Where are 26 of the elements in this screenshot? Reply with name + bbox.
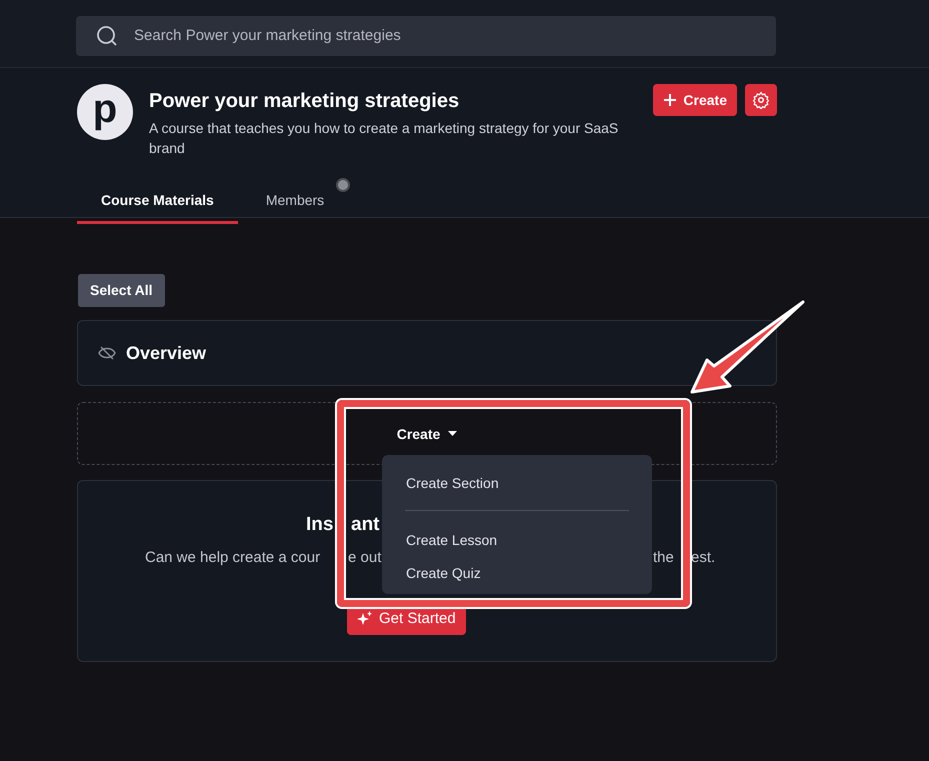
hidden-eye-icon[interactable] (98, 346, 116, 360)
search-icon (96, 25, 118, 47)
tab[interactable]: Course Materials (77, 182, 238, 224)
select-all-button[interactable]: Select All (78, 274, 165, 307)
settings-icon (752, 91, 770, 109)
section-title: Overview (126, 342, 206, 364)
course-description: A course that teaches you how to create a marketing strategy for your SaaS brand (149, 119, 619, 158)
create-dropdown-button[interactable]: Create (390, 423, 464, 445)
text-fragment: Can we help create a cour (145, 548, 322, 568)
text-fragment: the (653, 548, 675, 568)
sparkle-icon (357, 611, 373, 627)
section-card[interactable]: Overview (77, 320, 777, 386)
plus-icon (663, 93, 678, 107)
tab[interactable]: Members (242, 182, 348, 224)
settings-button[interactable] (745, 84, 777, 116)
create-button[interactable]: Create (653, 84, 737, 116)
course-logo: p (77, 84, 133, 140)
text-fragment: e out (348, 548, 382, 568)
menu-item[interactable]: Create Lesson (382, 524, 652, 557)
course-title: Power your marketing strategies (149, 89, 460, 114)
menu-item[interactable]: Create Section (382, 467, 652, 500)
menu-item[interactable]: Create Quiz (382, 557, 652, 590)
text-fragment: est. (691, 548, 716, 568)
search-field[interactable]: Search Power your marketing strategies (76, 16, 776, 56)
heading-fragment: ant (351, 513, 380, 537)
heading-fragment: Ins (306, 513, 334, 537)
